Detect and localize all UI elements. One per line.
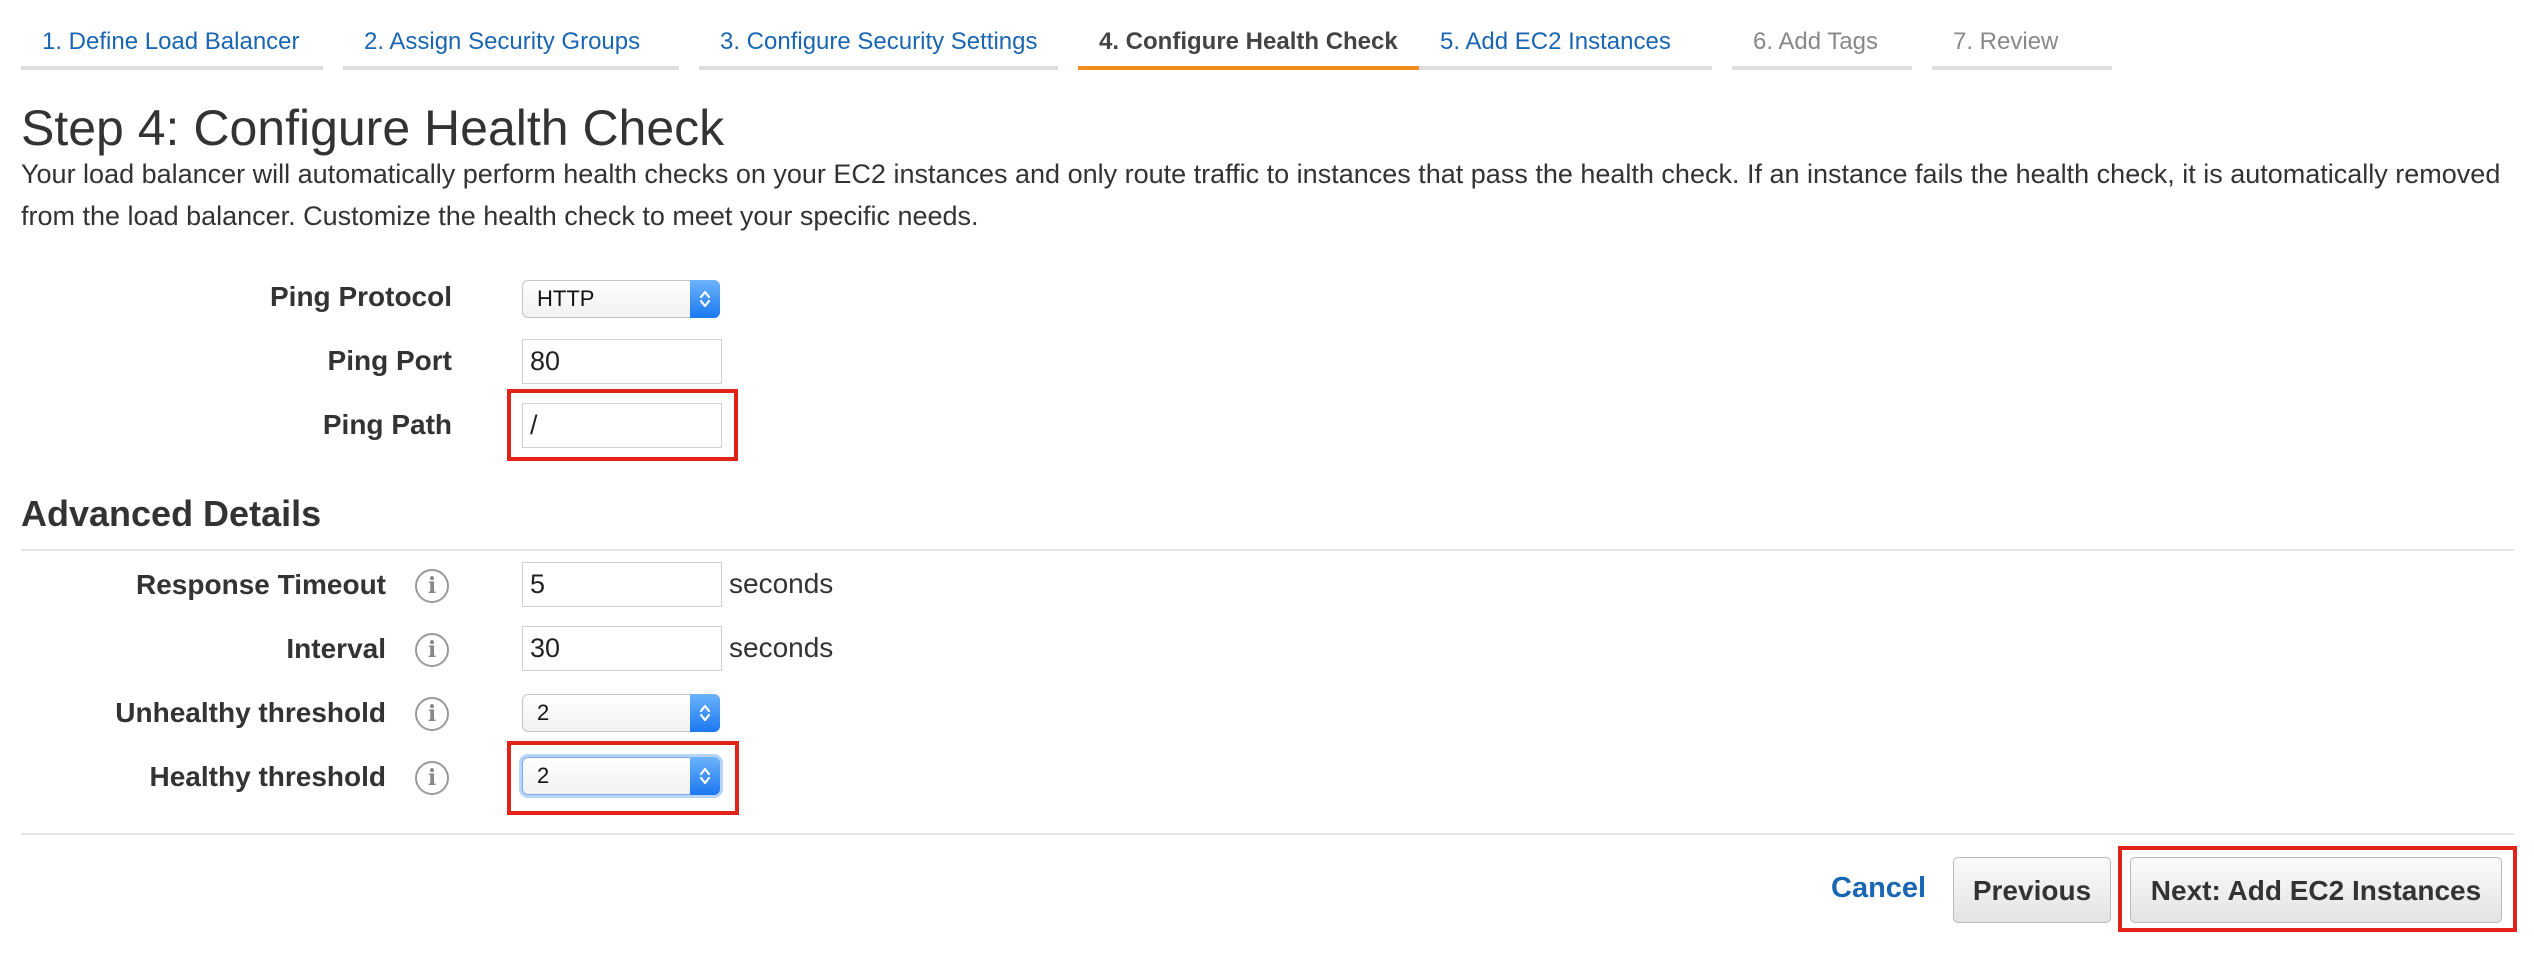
ping-protocol-value: HTTP — [537, 286, 595, 311]
step-define-load-balancer[interactable]: 1. Define Load Balancer — [21, 0, 323, 70]
advanced-details-title: Advanced Details — [21, 493, 322, 534]
ping-path-highlight — [507, 389, 738, 461]
chevron-up-down-icon — [690, 280, 720, 318]
unhealthy-threshold-label: Unhealthy threshold — [115, 697, 386, 728]
interval-input[interactable] — [522, 626, 722, 671]
ping-protocol-select[interactable]: HTTP — [522, 280, 720, 318]
step-assign-security-groups[interactable]: 2. Assign Security Groups — [343, 0, 679, 70]
step-review: 7. Review — [1932, 0, 2112, 70]
unhealthy-threshold-value: 2 — [537, 700, 550, 725]
healthy-threshold-label: Healthy threshold — [149, 761, 386, 792]
step-add-tags: 6. Add Tags — [1732, 0, 1912, 70]
info-icon[interactable]: i — [415, 633, 449, 667]
ping-path-label: Ping Path — [322, 409, 452, 440]
ping-port-input[interactable] — [522, 339, 722, 384]
info-icon[interactable]: i — [415, 569, 449, 603]
cancel-link[interactable]: Cancel — [1831, 872, 1926, 905]
step-configure-security-settings[interactable]: 3. Configure Security Settings — [699, 0, 1058, 70]
page-title: Step 4: Configure Health Check — [21, 100, 725, 156]
footer-divider — [21, 833, 2514, 835]
ping-protocol-label: Ping Protocol — [270, 281, 452, 312]
response-timeout-label: Response Timeout — [136, 569, 386, 600]
previous-button[interactable]: Previous — [1953, 857, 2111, 923]
ping-port-label: Ping Port — [327, 345, 452, 376]
chevron-up-down-icon — [690, 694, 720, 732]
next-button-highlight — [2118, 846, 2517, 932]
response-timeout-input[interactable] — [522, 562, 722, 607]
interval-unit: seconds — [729, 632, 834, 663]
step-configure-health-check[interactable]: 4. Configure Health Check — [1078, 0, 1419, 70]
healthy-threshold-highlight — [507, 741, 739, 815]
unhealthy-threshold-select[interactable]: 2 — [522, 694, 720, 732]
page-description: Your load balancer will automatically pe… — [21, 159, 2501, 231]
info-icon[interactable]: i — [415, 697, 449, 731]
interval-label: Interval — [286, 633, 386, 664]
step-add-ec2-instances[interactable]: 5. Add EC2 Instances — [1419, 0, 1712, 70]
section-divider — [21, 549, 2514, 551]
info-icon[interactable]: i — [415, 761, 449, 795]
response-timeout-unit: seconds — [729, 568, 834, 599]
